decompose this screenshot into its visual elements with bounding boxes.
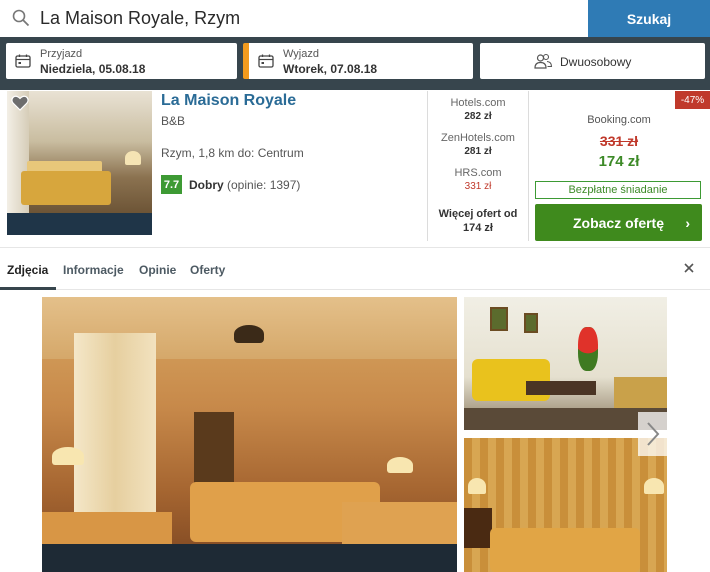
tab-reviews[interactable]: Opinie [139,263,176,277]
active-tab-indicator [0,287,56,290]
thumbnail-bed [21,171,111,205]
divider [528,91,529,241]
tabs-bottom-border [0,289,710,290]
gallery-photo-bedroom[interactable] [464,438,667,572]
hotel-location: Rzym, 1,8 km do: Centrum [161,146,304,160]
tab-photos[interactable]: Zdjęcia [7,263,48,277]
photo-table [526,381,596,395]
deal-site: Hotels.com [450,97,506,109]
photo-flowers [578,327,598,371]
photo-lamp [387,457,413,473]
rating-count: (opinie: 1397) [227,178,301,192]
photo-painting [490,307,508,331]
hotel-type: B&B [161,114,186,128]
free-breakfast-badge: Bezpłatne śniadanie [535,181,701,199]
search-button[interactable]: Szukaj [588,0,710,37]
offer-provider: Booking.com [587,114,651,126]
deal-item[interactable]: HRS.com 331 zł [428,167,528,192]
checkin-field[interactable]: Przyjazd Niedziela, 05.08.18 [6,43,237,79]
hotel-name[interactable]: La Maison Royale [161,92,296,110]
photo-floor [42,544,457,572]
gallery-next-button[interactable] [638,412,668,456]
gallery-photo-lounge[interactable] [464,297,667,430]
deal-price: 281 zł [464,146,492,157]
discount-badge: -47% [675,91,710,109]
photo-curtain [74,333,156,523]
tab-info[interactable]: Informacje [63,263,124,277]
chevron-right-icon [647,422,660,446]
photo-lamp [52,447,84,465]
deal-price: 282 zł [464,111,492,122]
photo-ceiling-lamp [234,325,264,343]
people-icon [534,53,553,69]
deal-item[interactable]: Hotels.com 282 zł [428,97,528,122]
deal-price: 331 zł [464,181,492,192]
photo-bed [490,528,640,572]
tab-offers[interactable]: Oferty [190,263,225,277]
photo-lamp [468,478,486,494]
search-query[interactable]: La Maison Royale, Rzym [40,8,240,29]
room-type-field[interactable]: Dwuosobowy [480,43,705,79]
rating-word: Dobry [189,178,224,192]
deal-site: ZenHotels.com [441,132,515,144]
chevron-right-icon: › [685,215,690,231]
close-icon[interactable] [683,262,695,274]
more-offers-link[interactable]: Więcej ofert od 174 zł [428,207,528,235]
more-offers-price: 174 zł [463,222,493,234]
gallery-photo-main[interactable] [42,297,457,572]
checkout-label: Wyjazd [283,48,319,60]
checkin-value: Niedziela, 05.08.18 [40,62,146,76]
heart-icon[interactable] [11,95,29,111]
view-offer-button[interactable]: Zobacz ofertę › [535,204,702,241]
calendar-icon [15,54,31,68]
calendar-icon [258,54,274,68]
old-price: 331 zł [599,133,639,149]
thumbnail-lamp [125,151,141,165]
deal-item[interactable]: ZenHotels.com 281 zł [428,132,528,157]
rating-badge: 7.7 [161,175,182,194]
rating-text[interactable]: Dobry (opinie: 1397) [189,178,300,192]
hotel-thumbnail[interactable] [7,91,152,235]
search-icon [12,9,30,27]
checkin-label: Przyjazd [40,48,83,60]
room-type-value: Dwuosobowy [560,55,632,69]
checkout-value: Wtorek, 07.08.18 [283,62,378,76]
view-offer-label: Zobacz ofertę [572,214,664,231]
thumbnail-floor [7,213,152,235]
deal-site: HRS.com [454,167,502,179]
checkout-field[interactable]: Wyjazd Wtorek, 07.08.18 [243,43,473,79]
photo-lamp [644,478,664,494]
photo-nightstand [464,508,492,548]
photo-floor [464,408,667,430]
more-offers-label: Więcej ofert od [438,208,518,220]
search-input[interactable]: La Maison Royale, Rzym [0,0,588,37]
new-price: 174 zł [598,153,640,170]
photo-painting [524,313,538,333]
tabs-top-border [0,247,710,248]
